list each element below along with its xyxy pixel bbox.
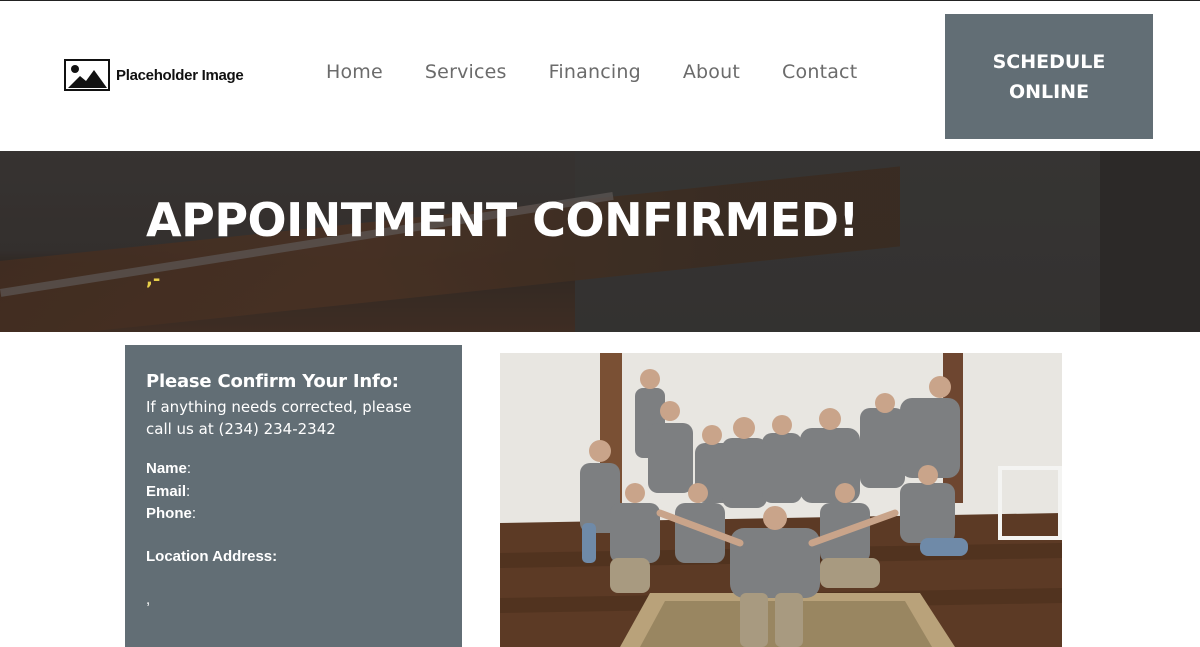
confirm-info-heading: Please Confirm Your Info: [146, 371, 399, 392]
hero-subtitle: ,- [146, 269, 161, 290]
name-label: Name [146, 460, 187, 477]
nav-services[interactable]: Services [425, 61, 507, 83]
team-photo-illustration [500, 353, 1062, 647]
name-colon: : [186, 460, 192, 477]
nav-contact[interactable]: Contact [782, 61, 857, 83]
name-field: Name: [146, 458, 441, 481]
confirm-info-lead: If anything needs corrected, please call… [146, 398, 412, 438]
email-label: Email [146, 482, 187, 500]
location-address-label: Location Address: [146, 547, 278, 565]
phone-colon: : [191, 505, 197, 522]
confirm-info-panel: Please Confirm Your Info: If anything ne… [125, 345, 462, 647]
page-title: APPOINTMENT CONFIRMED! [146, 193, 859, 247]
nav-financing[interactable]: Financing [549, 61, 641, 83]
phone-label: Phone [146, 505, 192, 522]
hero-banner: APPOINTMENT CONFIRMED! ,- [0, 151, 1200, 332]
location-address-value: , [146, 590, 151, 608]
nav-about[interactable]: About [683, 61, 740, 83]
logo-text: Placeholder Image [116, 66, 244, 84]
schedule-online-label: SCHEDULE ONLINE [992, 50, 1106, 103]
site-header: Placeholder Image Home Services Financin… [0, 1, 1200, 151]
contact-fields: Name: Email: Phone: [146, 458, 441, 526]
phone-field: Phone: [146, 503, 441, 526]
image-placeholder-icon [64, 59, 110, 91]
email-field: Email: [146, 481, 441, 504]
site-logo[interactable]: Placeholder Image [64, 59, 244, 91]
nav-home[interactable]: Home [326, 61, 383, 83]
main-nav: Home Services Financing About Contact [326, 61, 857, 83]
email-colon: : [186, 482, 191, 500]
schedule-online-button[interactable]: SCHEDULE ONLINE [945, 14, 1153, 139]
team-photo [500, 353, 1062, 647]
